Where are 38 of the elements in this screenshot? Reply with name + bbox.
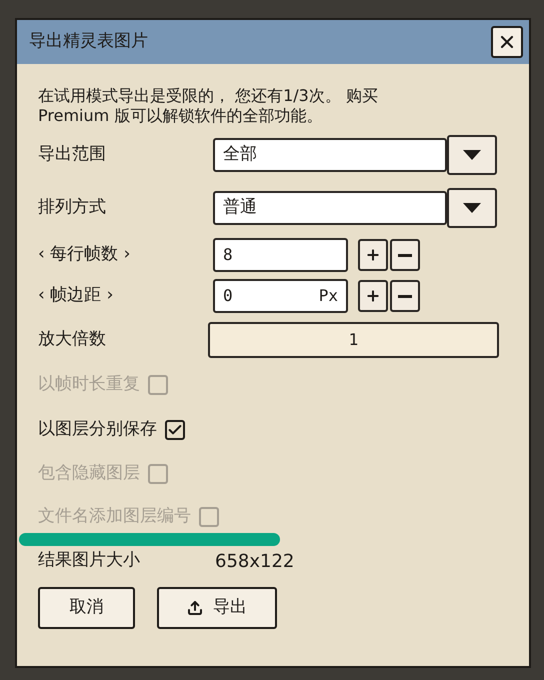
plus-icon bbox=[365, 247, 381, 263]
minus-icon bbox=[398, 254, 412, 256]
checkbox-label: 以图层分别保存 bbox=[38, 418, 157, 442]
export-button[interactable]: 导出 bbox=[157, 587, 277, 629]
number-value: 8 bbox=[223, 244, 233, 266]
dropdown-button[interactable] bbox=[447, 188, 497, 228]
window-title: 导出精灵表图片 bbox=[29, 30, 148, 54]
field-label: ‹ 帧边距 › bbox=[38, 284, 114, 308]
number-field[interactable]: 0 Px bbox=[213, 279, 348, 313]
field-label: 排列方式 bbox=[38, 196, 107, 220]
close-button[interactable] bbox=[491, 26, 523, 58]
number-field[interactable]: 8 bbox=[213, 238, 348, 272]
upload-icon bbox=[187, 600, 203, 616]
field-label: 导出范围 bbox=[38, 143, 107, 166]
dropdown-field[interactable]: 普通 bbox=[213, 191, 447, 225]
minus-icon bbox=[398, 294, 412, 298]
trial-notice: 在试用模式导出是受限的， 您还有1/3次。 购买 Premium 版可以解锁软件的全部功能。 bbox=[38, 86, 379, 126]
dropdown-field[interactable]: 全部 bbox=[213, 138, 447, 172]
caret-icon bbox=[463, 203, 481, 213]
decrement-button[interactable] bbox=[390, 280, 420, 312]
cancel-button[interactable]: 取消 bbox=[38, 587, 135, 629]
number-value: 0 bbox=[223, 285, 233, 307]
result-size: 658x122 bbox=[215, 550, 294, 574]
field-label: 放大倍数 bbox=[38, 328, 107, 352]
increment-button[interactable] bbox=[358, 280, 388, 312]
scale-field[interactable]: 1 bbox=[208, 322, 499, 358]
checkbox[interactable] bbox=[165, 420, 185, 440]
unit-label: Px bbox=[318, 285, 338, 307]
dropdown-button[interactable] bbox=[447, 135, 497, 175]
caret-icon bbox=[463, 150, 481, 160]
checkbox-label: 以帧时长重复 bbox=[38, 373, 140, 396]
result-label: 结果图片大小 bbox=[38, 549, 141, 572]
decrement-button[interactable] bbox=[390, 239, 420, 271]
increment-button[interactable] bbox=[358, 239, 388, 271]
field-label: ‹ 每行帧数 › bbox=[38, 243, 132, 266]
checkbox-label: 包含隐藏图层 bbox=[38, 462, 140, 486]
checkbox-label: 文件名添加图层编号 bbox=[38, 505, 191, 528]
plus-icon bbox=[365, 288, 381, 304]
